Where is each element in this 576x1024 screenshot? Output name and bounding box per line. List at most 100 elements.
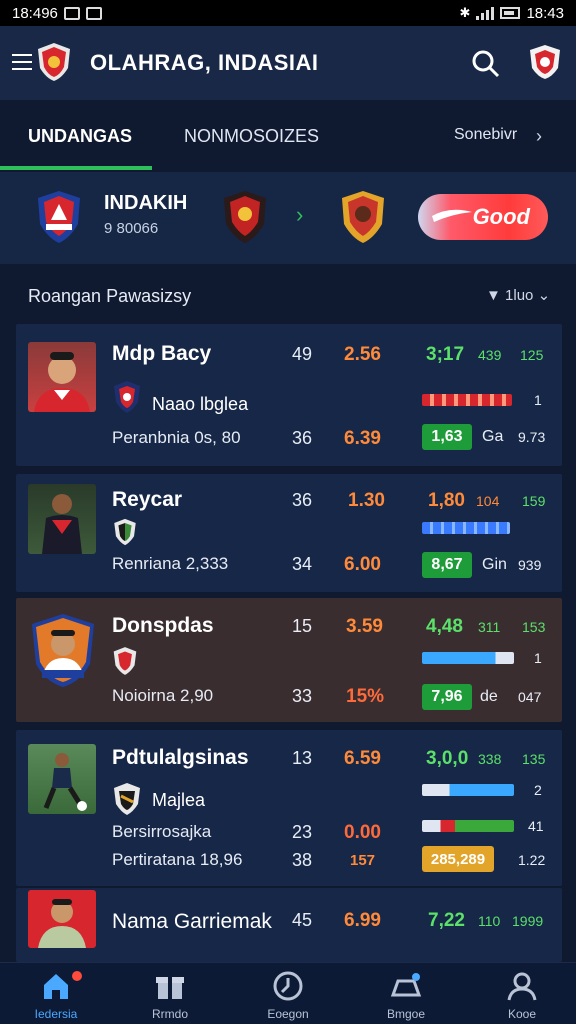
nav-item-clock[interactable]: Eoegon	[238, 963, 338, 1024]
progress-bar	[422, 652, 514, 664]
bar-value: 2	[534, 782, 542, 798]
odds-value: 15%	[346, 686, 385, 707]
player-photo	[28, 890, 96, 948]
filter-icon: ▼	[486, 287, 501, 304]
gallery-icon	[85, 6, 102, 20]
player-detail: Renriana 2,333	[112, 554, 229, 573]
player-photo	[32, 614, 94, 687]
pill-label: Ga	[482, 428, 504, 445]
odds-value: 6.59	[344, 748, 381, 769]
chevron-down-icon: ⌄	[537, 287, 551, 304]
pill-value: 047	[518, 689, 542, 705]
clock-icon	[273, 971, 303, 1001]
stat-number: 13	[292, 748, 313, 768]
filter-dropdown[interactable]: ▼ 1luo ⌄	[486, 286, 550, 304]
player-name: Donspdas	[112, 614, 214, 637]
nav-item-home[interactable]: Iedersia	[6, 963, 106, 1024]
player-photo	[28, 342, 96, 412]
green-small: 311	[478, 619, 501, 635]
stat-number: 33	[292, 686, 313, 706]
odds-value: 157	[350, 852, 376, 869]
match-banner[interactable]: INDAKIH 9 80066 › Good	[0, 172, 576, 264]
club-badge-icon[interactable]	[528, 44, 562, 80]
odds-value: 6.39	[344, 428, 381, 449]
green-small: 159	[522, 493, 546, 509]
progress-bar	[422, 394, 512, 406]
player-card[interactable]: Reycar Renriana 2,333 36 34 1.30 6.00 1,…	[16, 474, 562, 592]
orange-value: 1,80	[428, 490, 465, 511]
bar-value: 1	[534, 392, 542, 408]
progress-bar	[422, 522, 510, 534]
player-name: Reycar	[112, 488, 183, 511]
odds-value: 0.00	[344, 822, 381, 843]
green-small: 338	[478, 751, 502, 767]
pill-value: 1.22	[518, 852, 546, 868]
status-right: ✱ 18:43	[460, 5, 564, 22]
nav-item-profile[interactable]: Kooe	[472, 963, 572, 1024]
club-crest-icon	[113, 647, 137, 675]
bottom-nav: Iedersia Rrmdo Eoegon Bmgoe Kooe	[0, 962, 576, 1024]
home-crest-icon	[224, 191, 266, 243]
notification-icon	[63, 6, 80, 20]
chevron-right-icon[interactable]: ›	[536, 126, 542, 147]
stat-number: 34	[292, 554, 313, 574]
club-crest-icon	[114, 381, 140, 413]
status-bar: 18:496 ✱ 18:43	[0, 0, 576, 26]
tab-sonebivr[interactable]: Sonebivr	[454, 126, 517, 144]
value-pill: 285,289	[422, 846, 494, 872]
nav-item-gift[interactable]: Rrmdo	[120, 963, 220, 1024]
nav-item-stadium[interactable]: Bmgoe	[356, 963, 456, 1024]
green-small: 135	[522, 751, 546, 767]
good-button-label: Good	[472, 204, 530, 229]
green-value: 3,0,0	[426, 748, 469, 769]
bar-value: 1	[534, 650, 542, 666]
swoosh-icon	[432, 209, 472, 222]
bluetooth-icon: ✱	[459, 5, 471, 20]
player-detail: Bersirrosajka	[112, 822, 212, 841]
player-card[interactable]: Nama Garriemak 45 6.99 7,22 110 1999	[16, 888, 562, 962]
club-crest-icon	[114, 518, 136, 546]
player-card[interactable]: Pdtulalgsinas Majlea Bersirrosajka Perti…	[16, 730, 562, 886]
green-value: 4,48	[426, 616, 463, 637]
odds-value: 1.30	[348, 490, 385, 511]
tab-nonmosoizes[interactable]: NONMOSOIZES	[184, 126, 319, 147]
app-logo	[38, 43, 70, 81]
team-crest-icon	[38, 191, 80, 243]
vs-arrow-icon: ›	[296, 202, 304, 227]
progress-bar	[422, 820, 514, 832]
green-small: 439	[478, 347, 502, 363]
green-small: 153	[522, 619, 546, 635]
signal-icon	[476, 6, 495, 20]
club-name: Majlea	[152, 790, 206, 810]
player-detail: Noioirna 2,90	[112, 686, 214, 705]
green-value: 7,22	[428, 910, 465, 931]
stat-number: 36	[292, 428, 313, 448]
value-pill: 8,67	[422, 552, 472, 578]
search-icon[interactable]	[470, 48, 500, 78]
stat-number: 23	[292, 822, 313, 842]
nav-label: Kooe	[507, 1007, 537, 1021]
app-bar: OLAHRAG, INDASIAI	[0, 26, 576, 100]
tab-undangas[interactable]: UNDANGAS	[28, 126, 132, 147]
club-name: Naao lbglea	[152, 394, 249, 414]
nav-label: Bmgoe	[386, 1007, 426, 1021]
player-card[interactable]: Mdp Bacy Naao lbglea Peranbnia 0s, 80 49…	[16, 324, 562, 466]
team-name: INDAKIH	[104, 192, 188, 214]
filter-label: 1luo	[505, 287, 534, 304]
nav-label: Rrmdo	[151, 1007, 188, 1021]
menu-icon[interactable]	[12, 54, 32, 70]
bar-value: 41	[528, 818, 544, 834]
tab-bar: UNDANGAS NONMOSOIZES Sonebivr ›	[0, 100, 576, 172]
player-detail: Peranbnia 0s, 80	[112, 428, 241, 447]
pill-label: de	[480, 688, 498, 705]
green-small: 110	[478, 913, 501, 929]
player-name: Mdp Bacy	[112, 342, 212, 365]
odds-value: 6.99	[344, 910, 381, 931]
pill-value: 9.73	[518, 429, 546, 445]
away-crest-icon	[342, 191, 384, 243]
status-left: 18:496	[12, 5, 102, 22]
odds-value: 3.59	[346, 616, 383, 637]
player-card[interactable]: Donspdas Noioirna 2,90 15 33 3.59 15% 4,…	[16, 598, 562, 722]
nav-label: Iedersia	[34, 1007, 78, 1021]
battery-icon	[500, 7, 521, 19]
